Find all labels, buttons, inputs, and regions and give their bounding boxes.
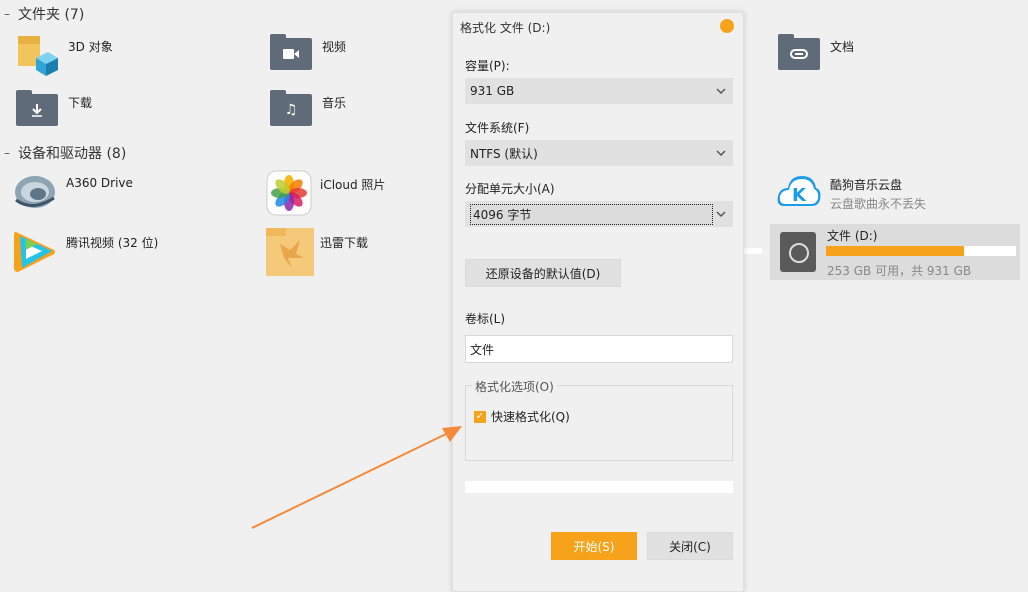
annotation-arrow	[251, 426, 462, 529]
